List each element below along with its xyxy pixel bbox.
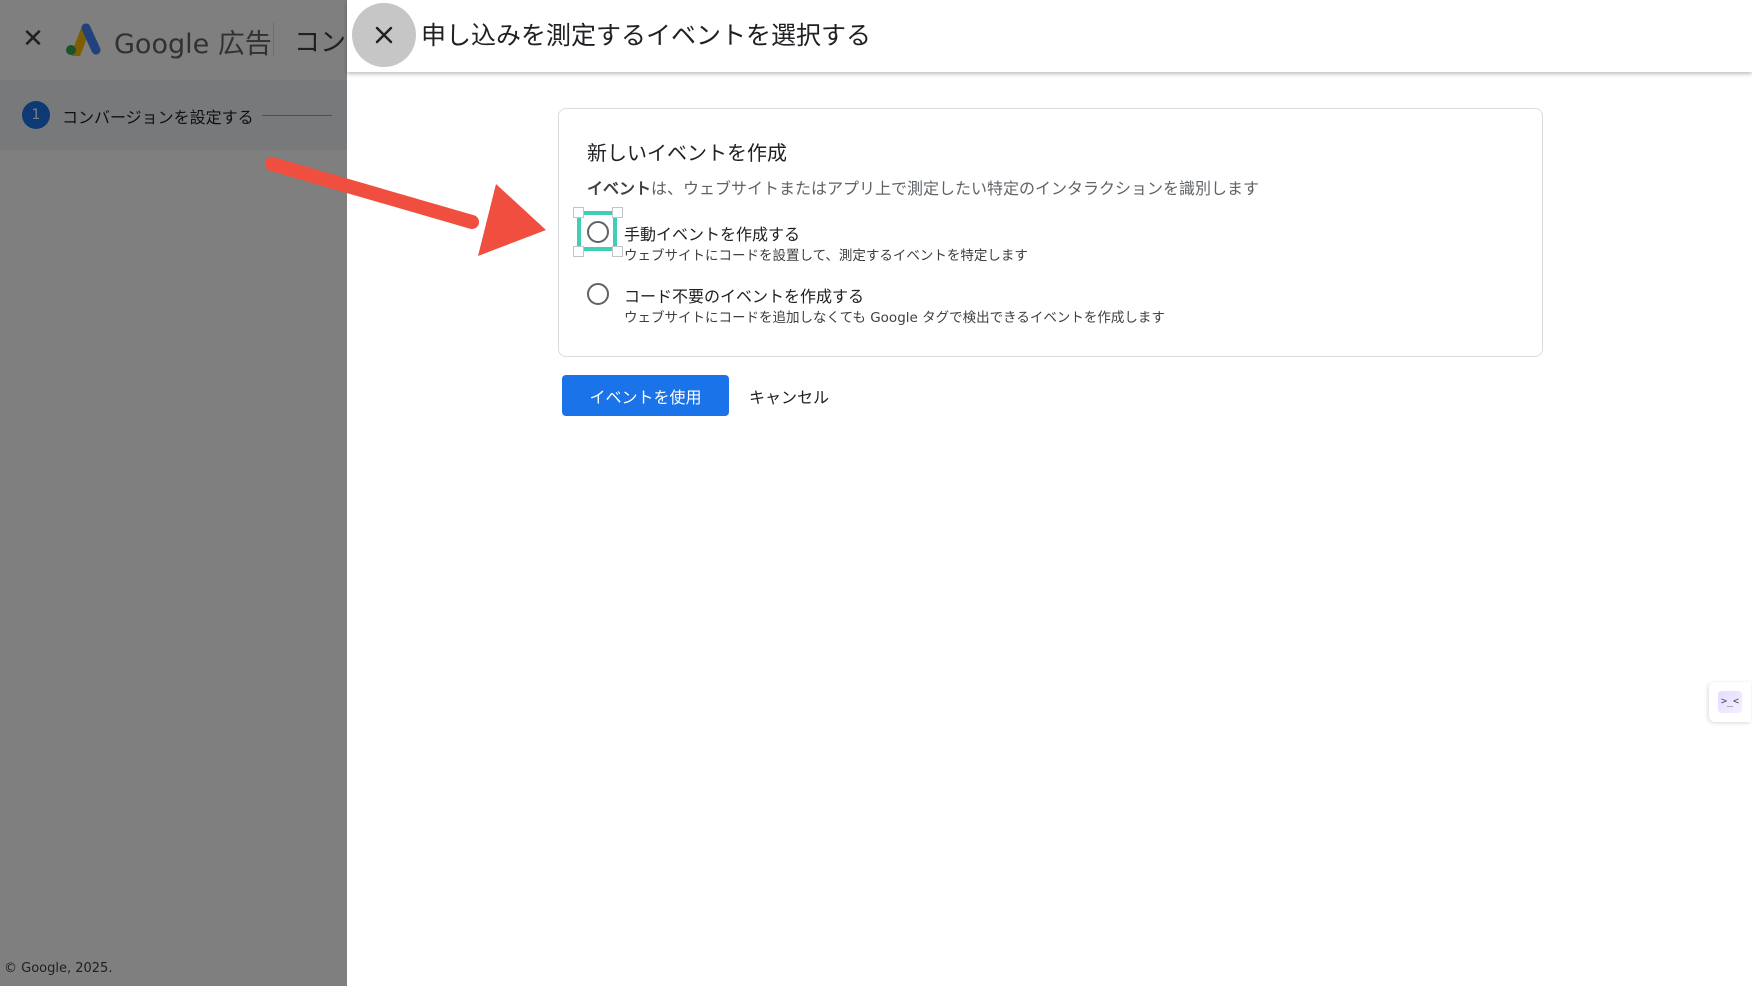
cancel-button[interactable]: キャンセル xyxy=(739,375,839,416)
option-codeless-label[interactable]: コード不要のイベントを作成する xyxy=(624,283,864,307)
card-description-bold: イベント xyxy=(587,179,652,198)
option-codeless-sub: ウェブサイトにコードを追加しなくても Google タグで検出できるイベントを作… xyxy=(624,310,1165,326)
panel-header: 申し込みを測定するイベントを選択する xyxy=(347,0,1752,72)
radio-manual-event[interactable] xyxy=(587,221,609,243)
highlight-handle xyxy=(612,207,623,218)
dialog-title: 申し込みを測定するイベントを選択する xyxy=(421,21,872,50)
new-event-card: 新しいイベントを作成 イベントは、ウェブサイトまたはアプリ上で測定したい特定のイ… xyxy=(558,108,1543,357)
card-description: イベントは、ウェブサイトまたはアプリ上で測定したい特定のインタラクションを識別し… xyxy=(587,175,1259,199)
card-description-text: は、ウェブサイトまたはアプリ上で測定したい特定のインタラクションを識別します xyxy=(651,179,1260,198)
arrow-annotation-icon xyxy=(265,157,546,256)
dialog-close-button[interactable] xyxy=(352,3,416,67)
side-feedback-widget[interactable]: >_< xyxy=(1709,682,1751,722)
option-manual-label[interactable]: 手動イベントを作成する xyxy=(624,221,800,245)
card-title: 新しいイベントを作成 xyxy=(587,141,787,165)
use-event-button[interactable]: イベントを使用 xyxy=(562,375,729,416)
highlight-handle xyxy=(612,246,623,257)
highlight-handle xyxy=(573,207,584,218)
option-manual-sub: ウェブサイトにコードを設置して、測定するイベントを特定します xyxy=(624,248,1028,264)
close-icon xyxy=(375,26,393,44)
radio-codeless-event[interactable] xyxy=(587,283,609,305)
feedback-icon: >_< xyxy=(1718,691,1742,713)
highlight-handle xyxy=(573,246,584,257)
